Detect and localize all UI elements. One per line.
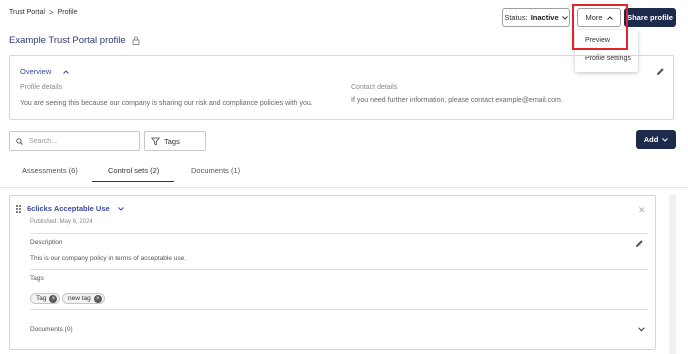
page-header: Example Trust Portal profile [9,35,140,46]
chevron-down-icon[interactable] [117,206,124,211]
chevron-down-icon[interactable] [638,327,645,332]
search-input[interactable] [29,137,129,145]
scrollbar[interactable] [669,195,676,354]
remove-tag-icon[interactable]: × [49,294,58,303]
status-label: Status: [504,13,528,22]
overview-title: Overview [20,67,52,76]
lock-icon [132,36,140,45]
chevron-up-icon [606,15,613,20]
more-button[interactable]: More [577,8,621,27]
overview-panel: Overview Profile details You are seeing … [9,55,674,120]
control-set-header[interactable]: 6clicks Acceptable Use [16,204,124,213]
description-text: This is our company policy in terms of a… [30,255,187,262]
share-profile-button[interactable]: Share profile [624,8,676,27]
contact-details-label: Contact details [351,84,398,91]
tag-chip: new tag × [62,293,105,304]
filter-icon [151,137,160,146]
chevron-down-icon [662,137,669,142]
add-button[interactable]: Add [636,130,676,149]
page-title: Example Trust Portal profile [9,35,126,46]
tab-documents[interactable]: Documents (1) [191,166,240,175]
tab-control-sets[interactable]: Control sets (2) [108,166,159,175]
divider [30,233,648,234]
add-label: Add [643,135,659,144]
breadcrumb-item-trust-portal[interactable]: Trust Portal [9,9,45,16]
profile-details-text: You are seeing this because our company … [20,100,313,107]
active-tab-indicator [92,181,174,182]
tags-input-underline [30,309,648,310]
overview-header[interactable]: Overview [20,67,70,76]
breadcrumb-item-profile: Profile [57,9,78,16]
search-icon [16,137,23,145]
breadcrumb-separator: > [48,8,54,17]
more-label: More [585,13,603,22]
tab-assessments[interactable]: Assessments (6) [22,166,78,175]
close-icon[interactable]: ✕ [638,205,646,216]
divider [30,269,648,270]
status-button[interactable]: Status: Inactive [502,8,570,27]
remove-tag-icon[interactable]: × [93,294,102,303]
tags-label: Tags [30,275,44,282]
tabs-divider [0,187,688,188]
tags-filter-button[interactable]: Tags [144,131,206,151]
chevron-up-icon [63,69,70,74]
chevron-down-icon [561,15,568,20]
documents-section-label[interactable]: Documents (0) [30,326,73,333]
edit-overview-pencil-icon[interactable] [656,67,665,76]
tag-chip: Tag × [30,293,61,304]
tags-filter-label: Tags [164,136,180,146]
control-set-title[interactable]: 6clicks Acceptable Use [27,204,110,213]
edit-description-pencil-icon[interactable] [635,239,644,248]
tag-chip-label: new tag [68,295,91,302]
description-label: Description [30,239,63,246]
breadcrumb: Trust Portal > Profile [9,8,77,17]
published-date: Published: May 6, 2024 [30,219,93,225]
search-field[interactable] [9,131,140,151]
tag-chip-label: Tag [36,295,47,302]
profile-details-label: Profile details [20,84,63,91]
contact-details-text: If you need further information, please … [351,97,563,104]
menu-item-preview[interactable]: Preview [585,37,610,44]
grip-icon[interactable] [16,204,21,213]
control-set-card: 6clicks Acceptable Use Published: May 6,… [9,195,656,350]
status-value: Inactive [530,13,559,22]
